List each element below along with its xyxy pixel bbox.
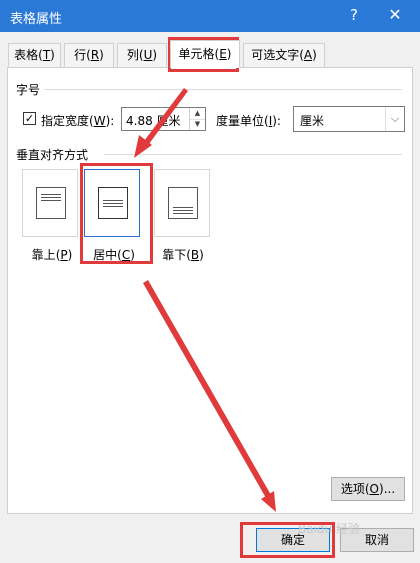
width-spinner[interactable]: 4.88 厘米 ▲ ▼ <box>121 107 206 131</box>
align-top-label: 靠上(P) <box>31 248 73 262</box>
tab-cell[interactable]: 单元格(E) <box>170 40 240 68</box>
tab-column-key: U <box>143 48 153 62</box>
window-title: 表格属性 <box>10 12 63 27</box>
specify-width-label[interactable]: 指定宽度(W): <box>41 112 114 129</box>
align-center-icon <box>98 187 128 219</box>
align-bottom-label: 靠下(B) <box>162 248 204 262</box>
watermark: Baidu 经验 <box>298 522 360 536</box>
tab-panel-cell <box>7 67 413 514</box>
tab-alt-text-key: A <box>303 48 313 62</box>
align-bottom-button[interactable] <box>154 169 210 237</box>
align-center-label: 居中(C) <box>93 248 135 262</box>
title-bar: 表格属性 ? ✕ <box>0 0 420 32</box>
unit-label-text: 度量单位 <box>216 114 265 128</box>
align-top-text: 靠上 <box>31 248 56 262</box>
options-button[interactable]: 选项(O)... <box>331 477 405 501</box>
tab-cell-key: E <box>219 47 227 61</box>
specify-width-key: W <box>93 114 106 128</box>
unit-select-value: 厘米 <box>300 114 325 128</box>
align-top-button[interactable] <box>22 169 78 237</box>
unit-label-key: I <box>268 114 273 128</box>
unit-label: 度量单位(I): <box>216 114 281 128</box>
help-button[interactable]: ? <box>346 6 362 24</box>
align-center-button[interactable] <box>84 169 140 237</box>
size-group-divider <box>44 89 402 90</box>
spin-down-icon[interactable]: ▼ <box>190 119 205 130</box>
tab-alt-text-label: 可选文字 <box>251 48 300 62</box>
align-top-key: P <box>60 248 68 262</box>
align-top-icon <box>36 187 66 219</box>
tab-table-key: T <box>42 48 51 62</box>
tab-table[interactable]: 表格(T) <box>8 43 61 67</box>
unit-select[interactable]: 厘米 ⌵ <box>293 106 405 132</box>
tab-row[interactable]: 行(R) <box>64 43 114 67</box>
tab-row-key: R <box>90 48 100 62</box>
options-ellipsis: ... <box>383 482 396 496</box>
tab-column[interactable]: 列(U) <box>117 43 167 67</box>
align-center-key: C <box>121 248 131 262</box>
chevron-down-icon[interactable]: ⌵ <box>385 107 404 131</box>
align-center-text: 居中 <box>93 248 118 262</box>
align-bottom-text: 靠下 <box>162 248 187 262</box>
width-value: 4.88 厘米 <box>126 114 181 128</box>
tab-row-label: 行 <box>74 48 87 62</box>
align-group-divider <box>104 154 402 155</box>
specify-width-text: 指定宽度 <box>41 114 90 128</box>
align-bottom-key: B <box>190 248 200 262</box>
tab-alt-text[interactable]: 可选文字(A) <box>243 43 325 67</box>
tab-cell-label: 单元格 <box>178 47 215 61</box>
tab-table-label: 表格 <box>14 48 39 62</box>
size-group-label: 字号 <box>16 83 41 97</box>
tab-column-label: 列 <box>126 48 139 62</box>
width-spinner-arrows: ▲ ▼ <box>189 108 205 130</box>
align-bottom-icon <box>168 187 198 219</box>
align-group-label: 垂直对齐方式 <box>16 148 89 162</box>
options-label: 选项 <box>340 482 365 496</box>
options-key: O <box>369 482 379 496</box>
close-button[interactable]: ✕ <box>385 5 405 24</box>
specify-width-checkbox[interactable]: ✓ <box>23 112 36 125</box>
